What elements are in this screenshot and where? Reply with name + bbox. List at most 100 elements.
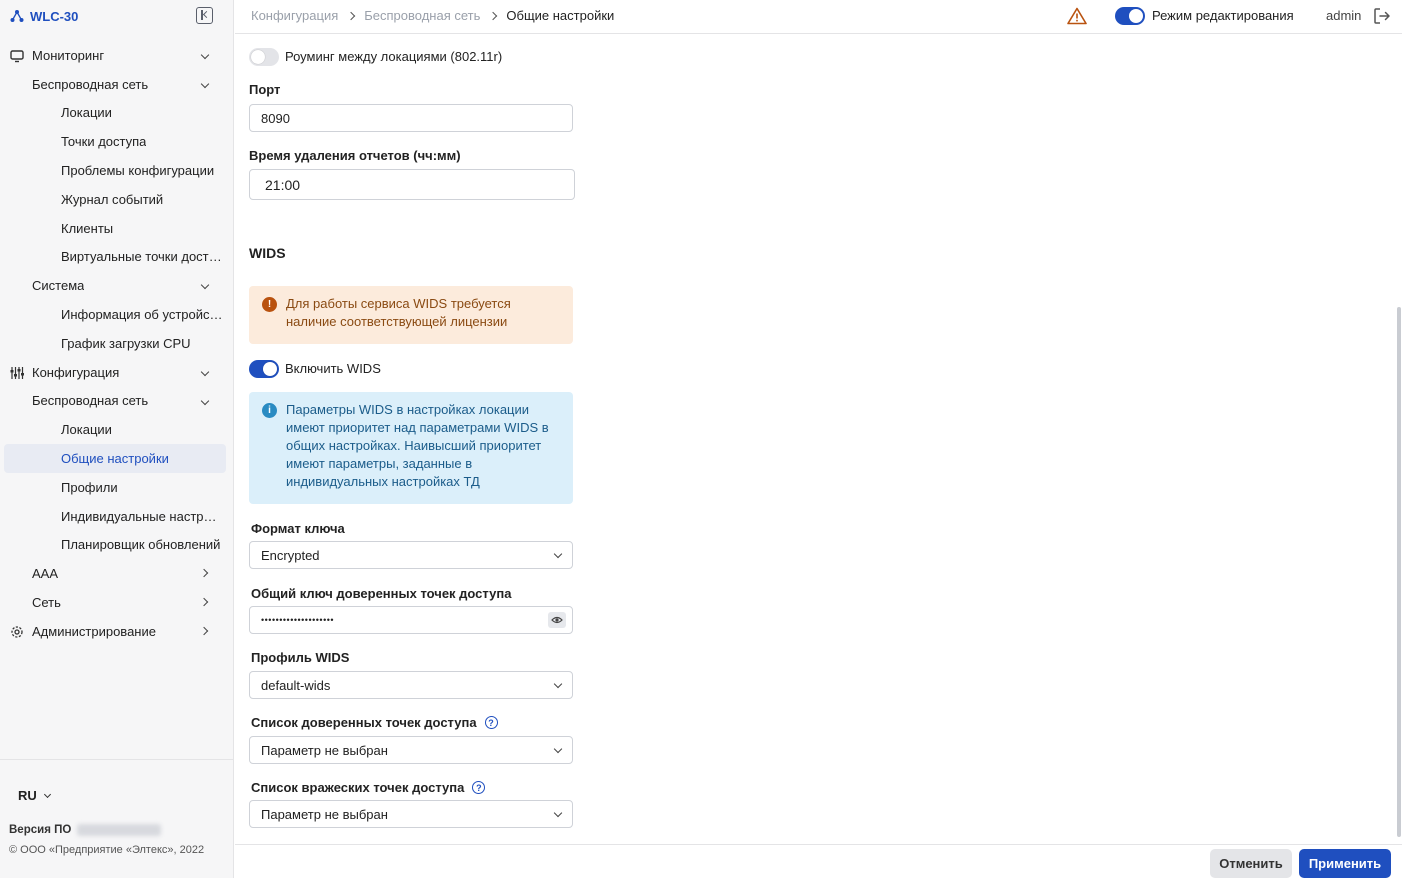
trusted-list-label-wrap: Список доверенных точек доступа ? <box>251 715 498 730</box>
sidebar-item[interactable]: Общие настройки <box>4 444 226 473</box>
enable-wids-label: Включить WIDS <box>285 361 381 376</box>
network-logo-icon <box>10 10 24 22</box>
app-title: WLC-30 <box>30 8 79 24</box>
wids-profile-select[interactable]: default-wids <box>249 671 573 699</box>
wids-license-alert: ! Для работы сервиса WIDS требуется нали… <box>249 286 573 344</box>
sidebar-item-label: Виртуальные точки доступа <box>61 249 223 265</box>
collapse-sidebar-icon[interactable] <box>196 7 213 24</box>
edit-mode-toggle[interactable] <box>1115 7 1145 25</box>
chevron-down-icon <box>200 396 210 405</box>
sidebar-item[interactable]: Беспроводная сеть <box>0 70 234 99</box>
breadcrumb-current: Общие настройки <box>506 8 615 23</box>
sidebar-item-label: Точки доступа <box>61 134 147 150</box>
sidebar-item[interactable]: Проблемы конфигурации <box>0 156 234 185</box>
chevron-right-icon <box>199 626 209 636</box>
sliders-icon <box>10 366 24 380</box>
top-header: Конфигурация Беспроводная сеть Общие нас… <box>235 0 1402 34</box>
chevron-right-icon <box>199 597 209 607</box>
sidebar-item[interactable]: Информация об устройстве <box>0 300 234 329</box>
scrollbar[interactable] <box>1397 307 1401 837</box>
sidebar-item-label: Планировщик обновлений <box>61 537 221 553</box>
shared-key-input[interactable]: •••••••••••••••••••• <box>249 606 573 634</box>
cancel-button[interactable]: Отменить <box>1210 849 1292 878</box>
sidebar-item[interactable]: Сеть <box>0 588 234 617</box>
chevron-right-icon <box>199 569 209 578</box>
logout-icon[interactable] <box>1373 7 1391 25</box>
settings-form: Роуминг между локациями (802.11r) Порт 8… <box>235 35 1402 844</box>
sidebar-item[interactable]: Виртуальные точки доступа <box>0 243 234 272</box>
roaming-toggle[interactable] <box>249 48 279 66</box>
sidebar-item-label: Мониторинг <box>32 47 105 63</box>
port-label: Порт <box>249 82 281 97</box>
wids-license-text: Для работы сервиса WIDS требуется наличи… <box>286 296 511 329</box>
sidebar-item[interactable]: Индивидуальные настройки <box>0 502 234 531</box>
chevron-down-icon <box>553 679 563 689</box>
sidebar-item-label: Информация об устройстве <box>61 307 223 323</box>
chevron-down-icon <box>43 790 51 798</box>
sidebar-item-label: Индивидуальные настройки <box>61 508 223 524</box>
monitor-icon <box>10 49 24 63</box>
enable-wids-toggle[interactable] <box>249 360 279 378</box>
exclamation-icon: ! <box>262 297 277 312</box>
sidebar-item[interactable]: Локации <box>0 415 234 444</box>
language-selector[interactable]: RU <box>18 788 51 803</box>
sidebar-item-label: Администрирование <box>32 623 156 639</box>
sidebar-item[interactable]: Профили <box>0 473 234 502</box>
report-time-input[interactable]: 21:00 <box>249 169 575 200</box>
chevron-down-icon <box>200 50 210 60</box>
sidebar-item[interactable]: Локации <box>0 99 234 128</box>
breadcrumb-wireless[interactable]: Беспроводная сеть <box>364 8 480 23</box>
shared-key-value: •••••••••••••••••••• <box>261 615 335 625</box>
wids-section-title: WIDS <box>249 245 286 261</box>
gear-icon <box>10 625 24 639</box>
trusted-list-value: Параметр не выбран <box>261 742 388 758</box>
sidebar-item-label: Журнал событий <box>61 191 164 207</box>
sidebar-item[interactable]: Беспроводная сеть <box>0 387 234 416</box>
trusted-list-label: Список доверенных точек доступа <box>251 715 477 730</box>
report-time-value: 21:00 <box>265 176 301 193</box>
app-root: WLC-30 Мониторинг Беспроводная сеть Локаци… <box>0 0 1402 878</box>
rogue-list-select[interactable]: Параметр не выбран <box>249 800 573 828</box>
chevron-down-icon <box>200 79 210 89</box>
sidebar-item-label: Проблемы конфигурации <box>61 163 215 179</box>
sidebar-item-label: Беспроводная сеть <box>32 393 149 409</box>
sidebar-item[interactable]: Журнал событий <box>0 185 234 214</box>
help-icon[interactable]: ? <box>472 781 486 794</box>
trusted-list-select[interactable]: Параметр не выбран <box>249 736 573 764</box>
port-input[interactable]: 8090 <box>249 104 573 132</box>
sidebar-item[interactable]: Конфигурация <box>0 358 234 387</box>
apply-button[interactable]: Применить <box>1299 849 1391 878</box>
action-bar: Отменить Применить <box>235 844 1402 878</box>
brand[interactable]: WLC-30 <box>10 6 78 26</box>
sidebar-item[interactable]: Администрирование <box>0 617 234 646</box>
user-name[interactable]: admin <box>1326 8 1361 23</box>
sidebar-item[interactable]: Клиенты <box>0 214 234 243</box>
copyright: © ООО «Предприятие «Элтекс», 2022 <box>9 844 205 856</box>
sidebar-item-label: Клиенты <box>61 220 114 236</box>
sidebar-item[interactable]: График загрузки CPU <box>0 329 234 358</box>
chevron-down-icon <box>553 808 563 818</box>
sidebar-divider <box>0 759 234 760</box>
sidebar-item-label: Конфигурация <box>32 364 120 380</box>
breadcrumb-configuration[interactable]: Конфигурация <box>251 8 338 23</box>
sidebar-item-label: Локации <box>61 105 112 121</box>
sidebar-item-label: Профили <box>61 479 118 495</box>
rogue-list-value: Параметр не выбран <box>261 806 388 822</box>
breadcrumb: Конфигурация Беспроводная сеть Общие нас… <box>251 8 614 23</box>
chevron-down-icon <box>553 744 563 754</box>
chevron-down-icon <box>200 367 210 377</box>
show-password-button[interactable] <box>548 612 566 628</box>
sidebar-item[interactable]: Система <box>0 271 234 300</box>
info-icon: i <box>262 403 277 418</box>
key-format-select[interactable]: Encrypted <box>249 541 573 569</box>
edit-mode-label: Режим редактирования <box>1152 8 1294 23</box>
sidebar-item-label: AAA <box>32 566 59 582</box>
sidebar-item-label: Беспроводная сеть <box>32 76 149 92</box>
sidebar-item[interactable]: Мониторинг <box>0 41 234 70</box>
chevron-right-icon <box>489 11 498 20</box>
warning-icon[interactable] <box>1067 7 1087 25</box>
sidebar-item[interactable]: Планировщик обновлений <box>0 531 234 560</box>
help-icon[interactable]: ? <box>484 716 498 729</box>
sidebar-item[interactable]: Точки доступа <box>0 127 234 156</box>
sidebar-item[interactable]: AAA <box>0 559 234 588</box>
